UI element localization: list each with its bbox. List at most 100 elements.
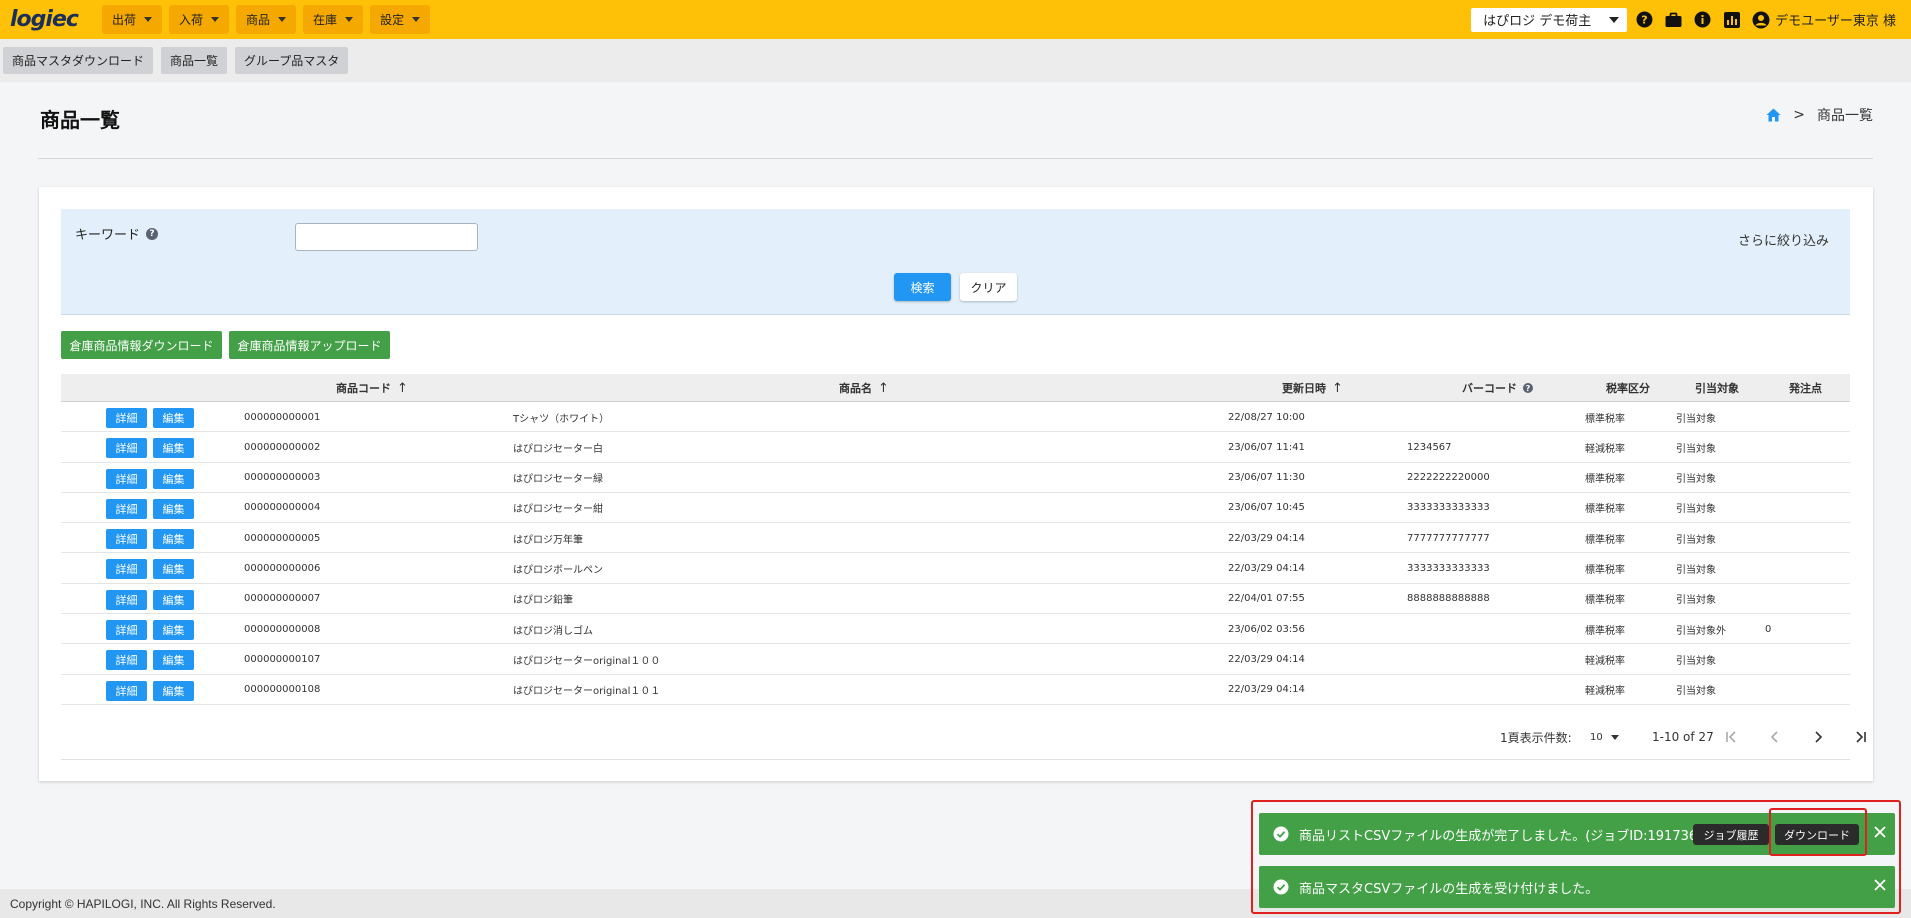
cell-name: Tシャツ（ホワイト） bbox=[513, 413, 610, 425]
cell-alloc: 引当対象 bbox=[1676, 564, 1716, 576]
edit-button[interactable]: 編集 bbox=[153, 468, 194, 489]
help-icon[interactable]: ? bbox=[146, 227, 159, 240]
sort-up-icon[interactable]: ↑ bbox=[397, 381, 408, 396]
close-icon[interactable] bbox=[1873, 878, 1887, 892]
last-page-icon[interactable] bbox=[1854, 722, 1868, 752]
toast-message: 商品リストCSVファイルの生成が完了しました。(ジョブID:191736) bbox=[1299, 828, 1703, 844]
edit-button[interactable]: 編集 bbox=[153, 559, 194, 580]
col-reorder-label: 発注点 bbox=[1789, 382, 1822, 395]
menu-inventory[interactable]: 在庫 bbox=[303, 5, 364, 34]
col-name[interactable]: 商品名 ↑ bbox=[839, 374, 889, 402]
edit-button[interactable]: 編集 bbox=[153, 680, 194, 701]
edit-button[interactable]: 編集 bbox=[153, 498, 194, 519]
cell-alloc: 引当対象外 bbox=[1676, 625, 1726, 637]
home-icon[interactable] bbox=[1766, 108, 1781, 122]
sort-up-icon[interactable]: ↑ bbox=[878, 381, 889, 396]
first-page-icon[interactable] bbox=[1724, 722, 1738, 752]
cell-updated: 22/04/01 07:55 bbox=[1228, 593, 1305, 605]
product-list-button[interactable]: 商品一覧 bbox=[161, 47, 228, 74]
cell-tax: 標準税率 bbox=[1585, 625, 1625, 637]
cell-alloc: 引当対象 bbox=[1676, 655, 1716, 667]
cell-alloc: 引当対象 bbox=[1676, 413, 1716, 425]
table-row: 詳細 編集 000000000006 はぴロジボールペン 22/03/29 04:14 3… bbox=[61, 553, 1850, 584]
table-row: 詳細 編集 000000000003 はぴロジセーター緑 23/06/07 11:30 2… bbox=[61, 463, 1850, 493]
refine-link[interactable]: さらに絞り込み bbox=[1738, 230, 1829, 249]
caret-down-icon bbox=[278, 17, 287, 22]
briefcase-icon[interactable] bbox=[1665, 11, 1682, 28]
detail-button[interactable]: 詳細 bbox=[106, 559, 147, 580]
detail-button[interactable]: 詳細 bbox=[106, 438, 147, 459]
cell-code: 000000000004 bbox=[244, 502, 321, 514]
product-master-download-button[interactable]: 商品マスタダウンロード bbox=[3, 47, 154, 74]
col-code-label: 商品コード bbox=[336, 382, 391, 395]
menu-label: 在庫 bbox=[313, 13, 338, 27]
shipper-select[interactable]: はぴロジ デモ荷主 bbox=[1471, 7, 1628, 32]
detail-button[interactable]: 詳細 bbox=[106, 529, 147, 550]
next-page-icon[interactable] bbox=[1811, 722, 1825, 752]
page-title: 商品一覧 bbox=[40, 108, 120, 132]
page-range: 1-10 of 27 bbox=[1652, 730, 1714, 744]
detail-button[interactable]: 詳細 bbox=[106, 498, 147, 519]
breadcrumb: > 商品一覧 bbox=[1766, 105, 1873, 125]
keyword-label: キーワード ? bbox=[75, 224, 159, 243]
cell-updated: 23/06/07 11:30 bbox=[1228, 472, 1305, 484]
chart-icon[interactable] bbox=[1723, 11, 1740, 28]
detail-button[interactable]: 詳細 bbox=[106, 650, 147, 671]
table-row: 詳細 編集 000000000008 はぴロジ消しゴム 23/06/02 03:56 標準… bbox=[61, 614, 1850, 645]
sub-toolbar: 商品マスタダウンロード 商品一覧 グループ品マスタ bbox=[0, 39, 1911, 82]
detail-button[interactable]: 詳細 bbox=[106, 620, 147, 641]
check-circle-icon bbox=[1273, 826, 1289, 842]
menu-settings[interactable]: 設定 bbox=[370, 5, 431, 34]
table-row: 詳細 編集 000000000004 はぴロジセーター紺 23/06/07 10:45 3… bbox=[61, 493, 1850, 524]
detail-button[interactable]: 詳細 bbox=[106, 589, 147, 610]
close-icon[interactable] bbox=[1873, 825, 1887, 839]
warehouse-download-button[interactable]: 倉庫商品情報ダウンロード bbox=[61, 331, 222, 359]
keyword-input[interactable] bbox=[295, 223, 478, 251]
cell-name: はぴロジセーターoriginal１０１ bbox=[513, 686, 661, 698]
menu-shipping[interactable]: 出荷 bbox=[102, 5, 163, 34]
toast-message: 商品マスタCSVファイルの生成を受け付けました。 bbox=[1299, 881, 1599, 897]
caret-down-icon bbox=[144, 17, 153, 22]
help-icon[interactable]: ? bbox=[1523, 383, 1533, 393]
warehouse-upload-button[interactable]: 倉庫商品情報アップロード bbox=[229, 331, 390, 359]
per-page-select[interactable]: 10 bbox=[1590, 722, 1619, 752]
detail-button[interactable]: 詳細 bbox=[106, 468, 147, 489]
group-master-button[interactable]: グループ品マスタ bbox=[235, 47, 349, 74]
menu-products[interactable]: 商品 bbox=[236, 5, 297, 34]
help-icon[interactable]: ? bbox=[1636, 11, 1653, 28]
info-icon[interactable] bbox=[1694, 11, 1711, 28]
prev-page-icon[interactable] bbox=[1768, 722, 1782, 752]
menu-receiving[interactable]: 入荷 bbox=[169, 5, 230, 34]
user-name: デモユーザー東京 様 bbox=[1775, 14, 1896, 29]
cell-alloc: 引当対象 bbox=[1676, 504, 1716, 516]
svg-text:?: ? bbox=[1641, 14, 1647, 27]
caret-down-icon bbox=[1610, 734, 1619, 740]
edit-button[interactable]: 編集 bbox=[153, 589, 194, 610]
cell-updated: 22/03/29 04:14 bbox=[1228, 532, 1305, 544]
col-code[interactable]: 商品コード ↑ bbox=[336, 374, 408, 402]
detail-button[interactable]: 詳細 bbox=[106, 408, 147, 428]
cell-tax: 軽減税率 bbox=[1585, 443, 1625, 455]
search-button[interactable]: 検索 bbox=[894, 273, 951, 301]
cell-barcode: 7777777777777 bbox=[1407, 532, 1490, 544]
col-updated-label: 更新日時 bbox=[1282, 382, 1326, 395]
cell-updated: 22/03/29 04:14 bbox=[1228, 653, 1305, 665]
edit-button[interactable]: 編集 bbox=[153, 438, 194, 459]
edit-button[interactable]: 編集 bbox=[153, 408, 194, 428]
detail-button[interactable]: 詳細 bbox=[106, 680, 147, 701]
logo[interactable]: logiec bbox=[10, 7, 80, 32]
clear-button[interactable]: クリア bbox=[960, 273, 1017, 301]
col-updated[interactable]: 更新日時 ↑ bbox=[1282, 374, 1343, 402]
sort-up-icon[interactable]: ↑ bbox=[1332, 381, 1343, 396]
edit-button[interactable]: 編集 bbox=[153, 529, 194, 550]
cell-reorder: 0 bbox=[1765, 623, 1772, 635]
caret-down-icon bbox=[345, 17, 354, 22]
cell-name: はぴロジ消しゴム bbox=[513, 625, 593, 637]
edit-button[interactable]: 編集 bbox=[153, 650, 194, 671]
user-menu[interactable]: デモユーザー東京 様 bbox=[1752, 10, 1896, 29]
edit-button[interactable]: 編集 bbox=[153, 620, 194, 641]
per-page-value: 10 bbox=[1590, 731, 1603, 743]
job-history-button[interactable]: ジョブ履歴 bbox=[1693, 824, 1769, 845]
cell-alloc: 引当対象 bbox=[1676, 443, 1716, 455]
cell-name: はぴロジ万年筆 bbox=[513, 534, 583, 546]
